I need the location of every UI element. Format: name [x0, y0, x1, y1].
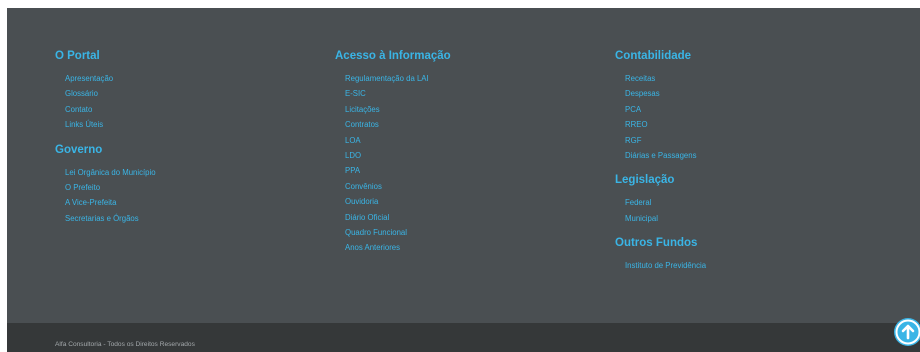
link-o-prefeito[interactable]: O Prefeito [65, 180, 156, 195]
footer-column-3: Contabilidade Receitas Despesas PCA RREO… [615, 48, 706, 274]
site-footer: O Portal Apresentação Glossário Contato … [7, 8, 920, 352]
link-list-outros-fundos: Instituto de Previdência [615, 258, 706, 273]
link-list-o-portal: Apresentação Glossário Contato Links Úte… [55, 71, 156, 133]
footer-bottom-bar: Alfa Consultoria - Todos os Direitos Res… [7, 323, 920, 352]
link-licitacoes[interactable]: Licitações [345, 102, 451, 117]
link-convenios[interactable]: Convênios [345, 179, 451, 194]
link-links-uteis[interactable]: Links Úteis [65, 117, 156, 132]
back-to-top-button[interactable] [894, 318, 920, 346]
link-regulamentacao-lai[interactable]: Regulamentação da LAI [345, 71, 451, 86]
link-contratos[interactable]: Contratos [345, 117, 451, 132]
arrow-up-circle-icon [895, 319, 920, 345]
link-ouvidoria[interactable]: Ouvidoria [345, 194, 451, 209]
link-diario-oficial[interactable]: Diário Oficial [345, 210, 451, 225]
link-diarias-passagens[interactable]: Diárias e Passagens [625, 148, 706, 163]
link-apresentacao[interactable]: Apresentação [65, 71, 156, 86]
link-instituto-previdencia[interactable]: Instituto de Previdência [625, 258, 706, 273]
link-ppa[interactable]: PPA [345, 163, 451, 178]
footer-links-area: O Portal Apresentação Glossário Contato … [7, 8, 920, 323]
link-vice-prefeita[interactable]: A Vice-Prefeita [65, 195, 156, 210]
copyright-text: Alfa Consultoria - Todos os Direitos Res… [55, 341, 195, 348]
link-list-acesso-informacao: Regulamentação da LAI E-SIC Licitações C… [335, 71, 451, 256]
section-outros-fundos: Outros Fundos Instituto de Previdência [615, 235, 706, 273]
link-loa[interactable]: LOA [345, 133, 451, 148]
footer-column-1: O Portal Apresentação Glossário Contato … [55, 48, 156, 226]
section-legislacao: Legislação Federal Municipal [615, 172, 706, 226]
link-despesas[interactable]: Despesas [625, 86, 706, 101]
section-title-governo: Governo [55, 143, 103, 156]
section-title-o-portal: O Portal [55, 50, 100, 62]
link-list-governo: Lei Orgânica do Município O Prefeito A V… [55, 165, 156, 227]
section-acesso-informacao: Acesso à Informação Regulamentação da LA… [335, 48, 451, 256]
section-o-portal: O Portal Apresentação Glossário Contato … [55, 48, 156, 133]
link-pca[interactable]: PCA [625, 102, 706, 117]
link-lei-organica[interactable]: Lei Orgânica do Município [65, 165, 156, 180]
link-anos-anteriores[interactable]: Anos Anteriores [345, 240, 451, 255]
link-rgf[interactable]: RGF [625, 133, 706, 148]
link-quadro-funcional[interactable]: Quadro Funcional [345, 225, 451, 240]
link-list-contabilidade: Receitas Despesas PCA RREO RGF Diárias e… [615, 71, 706, 163]
link-federal[interactable]: Federal [625, 195, 706, 210]
section-title-outros-fundos: Outros Fundos [615, 237, 698, 250]
section-title-contabilidade: Contabilidade [615, 50, 692, 62]
link-rreo[interactable]: RREO [625, 117, 706, 132]
section-title-acesso-informacao: Acesso à Informação [335, 50, 451, 62]
link-receitas[interactable]: Receitas [625, 71, 706, 86]
link-list-legislacao: Federal Municipal [615, 195, 706, 226]
link-e-sic[interactable]: E-SIC [345, 86, 451, 101]
link-contato[interactable]: Contato [65, 102, 156, 117]
link-secretarias-orgaos[interactable]: Secretarias e Órgãos [65, 211, 156, 226]
section-title-legislacao: Legislação [615, 174, 675, 187]
footer-column-2: Acesso à Informação Regulamentação da LA… [335, 48, 451, 256]
section-governo: Governo Lei Orgânica do Município O Pref… [55, 142, 156, 227]
section-contabilidade: Contabilidade Receitas Despesas PCA RREO… [615, 48, 706, 163]
link-ldo[interactable]: LDO [345, 148, 451, 163]
link-glossario[interactable]: Glossário [65, 86, 156, 101]
link-municipal[interactable]: Municipal [625, 211, 706, 226]
